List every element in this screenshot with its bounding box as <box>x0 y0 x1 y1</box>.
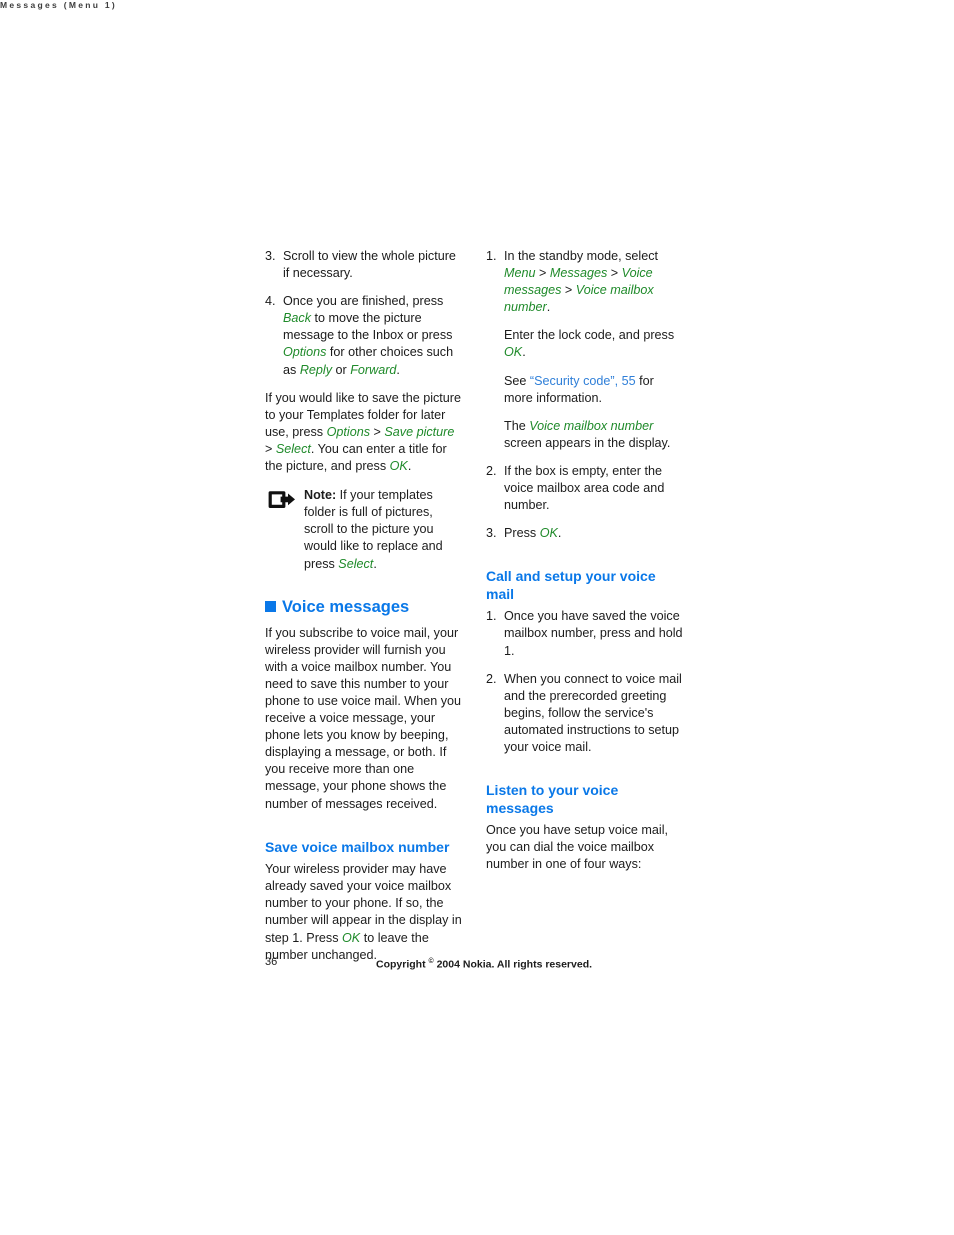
page-number: 36 <box>265 956 278 968</box>
list-item: 4. Once you are finished, press Back to … <box>265 293 464 378</box>
step-number: 2. <box>486 463 497 478</box>
right-column: 1. In the standby mode, select Menu > Me… <box>486 248 685 884</box>
page-content: 3. Scroll to view the whole picture if n… <box>265 248 685 975</box>
ui-term: Voice mailbox number <box>529 418 654 433</box>
copyright-after: 2004 Nokia. All rights reserved. <box>433 958 593 971</box>
section-heading-voice-messages: Voice messages <box>265 597 464 617</box>
step-paragraph: In the standby mode, select Menu > Messa… <box>504 249 659 315</box>
right-step-list-setup: 1. In the standby mode, select Menu > Me… <box>486 248 685 542</box>
step-text: When you connect to voice mail and the p… <box>504 671 685 756</box>
section-heading-label: Voice messages <box>282 597 410 616</box>
step-text: Once you have saved the voice mailbox nu… <box>504 608 685 659</box>
copyright-notice: Copyright © 2004 Nokia. All rights reser… <box>376 955 592 972</box>
list-item: 1. In the standby mode, select Menu > Me… <box>486 248 685 452</box>
left-column: 3. Scroll to view the whole picture if n… <box>265 248 464 975</box>
note-label: Note: <box>304 488 337 503</box>
step-number: 2. <box>486 671 497 686</box>
subheading-listen-to-voice-messages: Listen to your voice messages <box>486 782 619 816</box>
running-header: Messages (Menu 1) <box>0 0 118 10</box>
list-item: 3. Press OK. <box>486 525 685 542</box>
ui-term: Messages <box>549 266 608 281</box>
ui-term: Reply <box>299 362 333 377</box>
voice-messages-body: If you subscribe to voice mail, your wir… <box>265 625 462 811</box>
ui-term: OK <box>504 345 523 360</box>
step-number: 3. <box>486 526 497 541</box>
step-number: 1. <box>486 609 497 624</box>
left-step-list: 3. Scroll to view the whole picture if n… <box>265 248 464 379</box>
list-item: 3. Scroll to view the whole picture if n… <box>265 248 464 282</box>
ui-term: OK <box>539 526 558 541</box>
step-paragraph: Enter the lock code, and press OK. <box>504 328 675 360</box>
note-block: Note: If your templates folder is full o… <box>265 487 464 572</box>
step-paragraph: Press OK. <box>504 526 562 541</box>
manual-page: Messages (Menu 1) 3. Scroll to view the … <box>0 0 954 1235</box>
list-item: 2. When you connect to voice mail and th… <box>486 671 685 756</box>
step-number: 4. <box>265 294 276 309</box>
ui-term: Menu <box>504 266 536 281</box>
step-text: Press OK. <box>504 525 685 542</box>
save-picture-paragraph: If you would like to save the picture to… <box>265 390 462 474</box>
ui-term: Select <box>338 556 374 571</box>
ui-term: Select <box>275 441 311 456</box>
cross-reference-link[interactable]: “Security code”, 55 <box>530 374 636 388</box>
ui-term: Forward <box>350 362 397 377</box>
ui-term: OK <box>342 930 361 945</box>
note-pointer-icon <box>268 489 296 513</box>
step-number: 3. <box>265 249 276 263</box>
note-text: Note: If your templates folder is full o… <box>304 487 464 572</box>
ui-term: OK <box>389 459 408 474</box>
step-paragraph: When you connect to voice mail and the p… <box>504 671 682 754</box>
step-text: Scroll to view the whole picture if nece… <box>283 249 456 281</box>
copyright-before: Copyright <box>376 958 429 971</box>
two-column-layout: 3. Scroll to view the whole picture if n… <box>265 248 685 975</box>
list-item: 2. If the box is empty, enter the voice … <box>486 463 685 514</box>
ui-term: Options <box>283 345 327 360</box>
ui-term: Save picture <box>384 424 455 439</box>
list-item: 1. Once you have saved the voice mailbox… <box>486 608 685 659</box>
step-number: 1. <box>486 249 497 263</box>
step-paragraph: See “Security code”, 55 for more informa… <box>504 373 654 405</box>
step-text: In the standby mode, select Menu > Messa… <box>504 248 685 452</box>
blue-square-bullet-icon <box>265 601 276 613</box>
listen-voice-messages-body: Once you have setup voice mail, you can … <box>486 823 669 872</box>
step-paragraph: Once you have saved the voice mailbox nu… <box>504 609 683 658</box>
subheading-save-voice-mailbox-number: Save voice mailbox number <box>265 838 450 855</box>
right-step-list-call: 1. Once you have saved the voice mailbox… <box>486 608 685 756</box>
save-voice-mailbox-body: Your wireless provider may have already … <box>265 862 462 962</box>
subheading-call-and-setup-voice-mail: Call and setup your voice mail <box>486 568 656 602</box>
step-text: If the box is empty, enter the voice mai… <box>504 463 685 514</box>
ui-term: Back <box>283 311 311 326</box>
step-paragraph: The Voice mailbox number screen appears … <box>504 418 671 450</box>
ui-term: Options <box>326 424 371 439</box>
step-text: Once you are finished, press Back to mov… <box>283 294 454 377</box>
step-paragraph: If the box is empty, enter the voice mai… <box>504 463 665 513</box>
